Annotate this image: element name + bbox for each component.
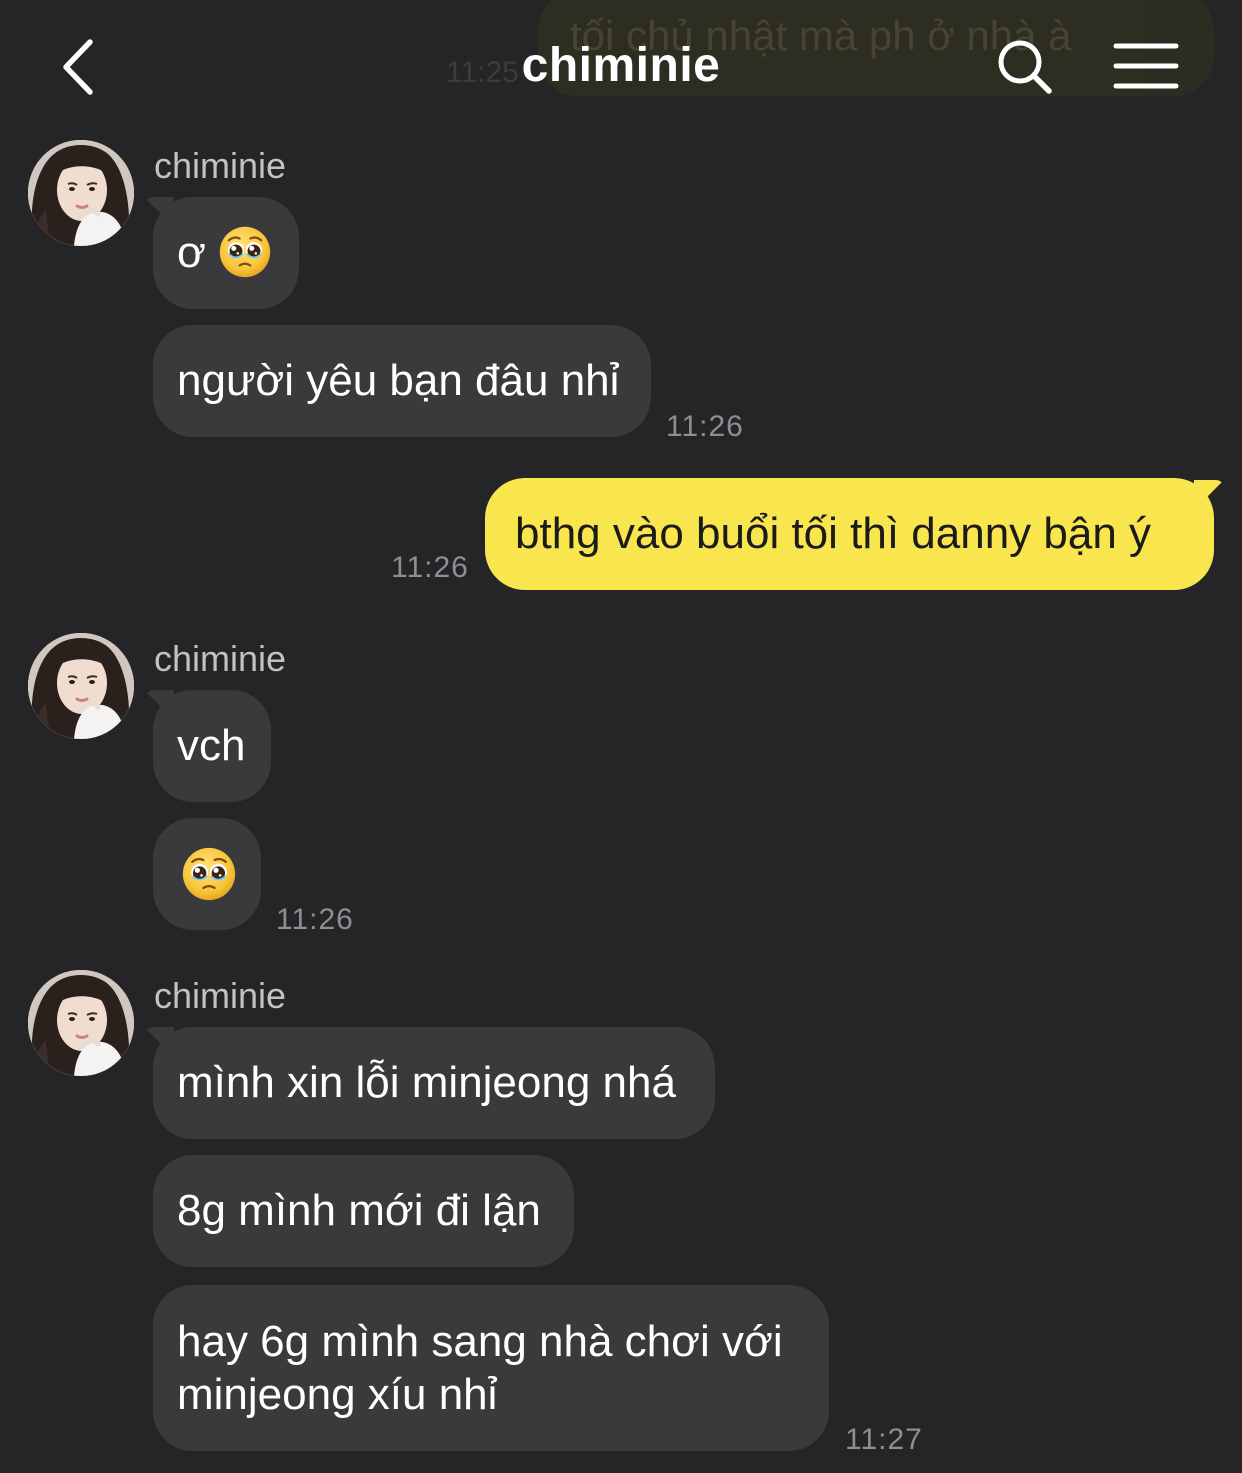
message-bubble[interactable]: ơ [153,197,299,309]
emoji-message-bubble[interactable] [153,818,261,930]
avatar[interactable] [28,140,134,246]
chevron-left-icon[interactable] [52,34,112,100]
pleading-face-emoji [181,846,237,902]
message-bubble[interactable]: người yêu bạn đâu nhỉ [153,325,651,437]
chat-header: tối chủ nhật mà ph ở nhà à 11:25 chimini… [0,0,1242,132]
message-text: bthg vào buổi tối thì danny bận ý [515,509,1152,558]
message-text: người yêu bạn đâu nhỉ [177,356,620,405]
menu-icon[interactable] [1112,38,1180,94]
pleading-face-emoji [218,225,272,279]
message-timestamp: 11:26 [391,551,469,584]
message-bubble[interactable]: vch [153,690,271,802]
avatar[interactable] [28,633,134,739]
message-timestamp: 11:26 [276,903,354,936]
sender-name: chiminie [154,638,287,679]
message-bubble[interactable]: 8g mình mới đi lận [153,1155,574,1267]
previous-message-timestamp: 11:25 [446,56,519,89]
message-text: vch [177,721,246,770]
message-bubble[interactable]: hay 6g mình sang nhà chơi với minjeong x… [153,1285,829,1451]
message-text: ơ [177,228,206,277]
message-text: mình xin lỗi minjeong nhá [177,1058,676,1107]
avatar[interactable] [28,970,134,1076]
search-icon[interactable] [994,36,1056,98]
message-bubble[interactable]: mình xin lỗi minjeong nhá [153,1027,715,1139]
my-message-bubble[interactable]: bthg vào buổi tối thì danny bận ý [485,478,1214,590]
message-timestamp: 11:26 [666,410,744,443]
message-text: hay 6g mình sang nhà chơi với minjeong x… [177,1317,783,1419]
message-text: 8g mình mới đi lận [177,1186,541,1235]
sender-name: chiminie [154,975,287,1016]
message-timestamp: 11:27 [845,1423,923,1456]
sender-name: chiminie [154,145,287,186]
